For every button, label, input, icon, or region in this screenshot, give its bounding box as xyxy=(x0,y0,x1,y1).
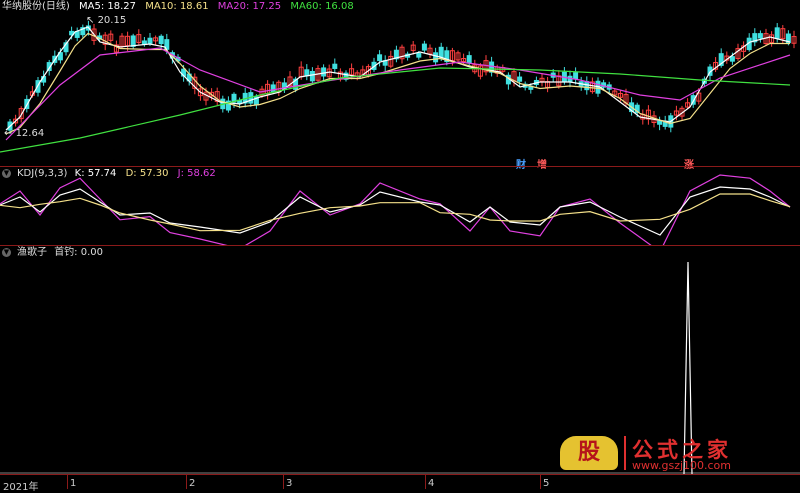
candle-body xyxy=(332,63,338,69)
stock-name: 华纳股份(日线) xyxy=(2,1,70,12)
candle-body xyxy=(517,76,523,82)
indicator-value: 首钓: 0.00 xyxy=(54,247,104,258)
candle-body xyxy=(147,37,153,44)
candle-body xyxy=(466,55,472,64)
axis-label-month-4: 4 xyxy=(428,478,435,489)
candle-body xyxy=(433,52,439,63)
axis-tick xyxy=(283,475,284,489)
candle-body xyxy=(321,67,327,77)
candle-body xyxy=(421,43,427,51)
logo-icon: 股 xyxy=(560,436,618,470)
price-header: 华纳股份(日线) MA5: 18.27 MA10: 18.61 MA20: 17… xyxy=(2,0,360,14)
candle-body xyxy=(573,72,579,80)
kdj-header: ▼ KDJ(9,3,3) K: 57.74 D: 57.30 J: 58.62 xyxy=(2,167,222,181)
price-pane[interactable]: 华纳股份(日线) MA5: 18.27 MA10: 18.61 MA20: 17… xyxy=(0,0,800,171)
kdj-pane[interactable]: ▼ KDJ(9,3,3) K: 57.74 D: 57.30 J: 58.62 xyxy=(0,167,800,245)
candle-body xyxy=(416,52,422,58)
indicator-header: ▼ 渔歌子 首钓: 0.00 xyxy=(2,246,109,260)
chevron-down-icon[interactable]: ▼ xyxy=(2,169,11,178)
candle-body xyxy=(657,120,663,125)
axis-label-month-2: 2 xyxy=(189,478,196,489)
candle-body xyxy=(729,56,735,62)
candle-body xyxy=(774,27,780,39)
indicator-title: 渔歌子 xyxy=(17,247,47,258)
axis-label-month-1: 1 xyxy=(70,478,77,489)
watermark-url: www.gszj100.com xyxy=(632,459,732,472)
ma60-label: MA60: 16.08 xyxy=(290,1,354,12)
high-price-label: ↖ 20.15 xyxy=(86,15,127,26)
candle-body xyxy=(130,35,136,47)
candle-body xyxy=(304,69,310,77)
ma60-line xyxy=(0,67,791,153)
kdj-d-line xyxy=(0,193,791,232)
ma5-label: MA5: 18.27 xyxy=(79,1,137,12)
candle-body xyxy=(309,70,315,82)
candle-body xyxy=(757,33,763,39)
candle-body xyxy=(158,35,164,45)
axis-tick xyxy=(540,475,541,489)
divider xyxy=(624,436,626,470)
time-axis[interactable]: 2021年 1 2 3 4 5 xyxy=(0,474,800,493)
site-watermark: 股 公式之家 www.gszj100.com xyxy=(560,434,798,472)
low-price-label: ← 12.64 xyxy=(4,128,45,139)
axis-label-month-3: 3 xyxy=(286,478,293,489)
chevron-down-icon[interactable]: ▼ xyxy=(2,248,11,257)
ma10-label: MA10: 18.61 xyxy=(145,1,209,12)
kdj-j-label: J: 58.62 xyxy=(177,168,216,179)
kdj-d-label: D: 57.30 xyxy=(125,168,169,179)
candle-body xyxy=(438,46,444,58)
axis-tick xyxy=(67,475,68,489)
ma20-label: MA20: 17.25 xyxy=(217,1,282,12)
kdj-k-label: K: 57.74 xyxy=(74,168,117,179)
axis-tick xyxy=(186,475,187,489)
axis-label-month-5: 5 xyxy=(543,478,550,489)
candle-body xyxy=(377,54,383,62)
axis-tick xyxy=(425,475,426,489)
kdj-title: KDJ(9,3,3) xyxy=(17,168,68,179)
kdj-j-line xyxy=(0,174,791,245)
candle-body xyxy=(74,31,80,38)
